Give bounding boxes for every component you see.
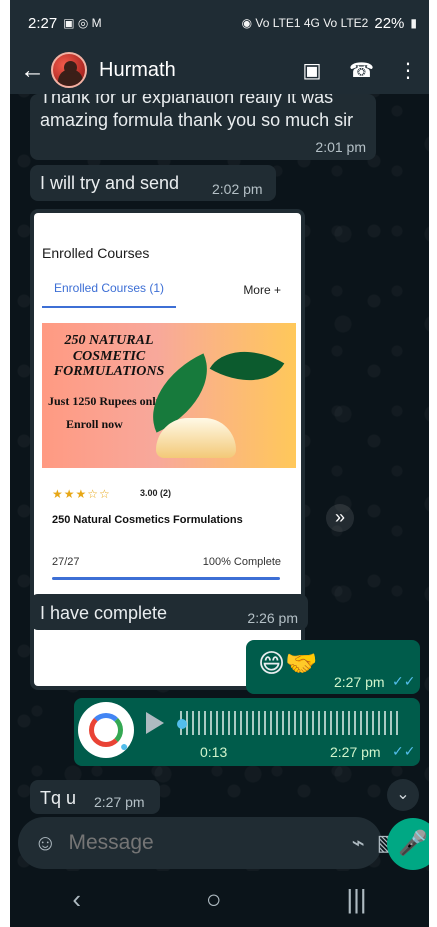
course-banner: 250 NATURAL COSMETIC FORMULATIONS Just 1…: [42, 323, 296, 468]
banner-title: 250 NATURAL COSMETIC FORMULATIONS: [53, 333, 165, 380]
android-navigation-bar: ‹ ○ |||: [10, 871, 429, 927]
message-bubble-3[interactable]: I have complete 2:26 pm: [30, 594, 308, 630]
course-progress-bar: [52, 577, 280, 580]
back-arrow-icon[interactable]: ←: [20, 56, 45, 85]
add-call-icon[interactable]: ☎: [349, 58, 374, 83]
forward-icon[interactable]: »: [326, 504, 354, 532]
message-text-2: I will try and send: [40, 173, 180, 193]
emoji-message: 😄🤝: [258, 648, 318, 678]
recent-apps-icon[interactable]: |||: [346, 884, 366, 915]
voice-mic-icon: ●: [120, 738, 129, 754]
course-name: 250 Natural Cosmetics Formulations: [52, 514, 243, 526]
play-icon[interactable]: [146, 712, 164, 734]
leaf-image: [209, 332, 285, 400]
contact-name[interactable]: Hurmath: [99, 59, 301, 82]
more-button: More +: [243, 283, 281, 297]
chat-area[interactable]: Thank for ur explanation really it was a…: [10, 87, 429, 814]
voice-message[interactable]: ● 0:13 2:27 pm ✓✓: [74, 698, 420, 766]
contact-avatar[interactable]: [51, 52, 87, 88]
rating-value: 3.00 (2): [140, 488, 172, 498]
audio-waveform[interactable]: [180, 711, 400, 735]
battery-percent: 22%: [374, 14, 405, 32]
message-input[interactable]: [68, 828, 340, 858]
status-bar: 2:27 ▣ ◎ M ◉ Vo LTE1 4G Vo LTE2 22% ▮: [10, 0, 429, 46]
header-actions: ▣ ☎ ⋮: [301, 58, 419, 83]
voice-duration: 0:13: [200, 744, 228, 760]
voice-read-ticks-icon: ✓✓: [392, 743, 416, 759]
status-time: 2:27: [28, 14, 58, 32]
course-complete-label: 100% Complete: [202, 556, 281, 568]
store-icon[interactable]: ▣: [301, 58, 323, 83]
read-ticks-icon: ✓✓: [392, 673, 416, 689]
chat-header: ← Hurmath ▣ ☎ ⋮: [10, 46, 429, 94]
message-bubble-5[interactable]: Tq u 2:27 pm: [30, 780, 160, 814]
cosmetic-jar-image: [156, 418, 236, 458]
back-nav-icon[interactable]: ‹: [72, 884, 81, 915]
message-time-2: 2:02 pm: [212, 181, 263, 197]
emoji-icon[interactable]: ☺: [34, 830, 56, 856]
message-bubble-1[interactable]: Thank for ur explanation really it was a…: [30, 87, 376, 160]
message-time-3: 2:26 pm: [247, 610, 298, 626]
message-bubble-2[interactable]: I will try and send 2:02 pm: [30, 165, 276, 201]
banner-text: 250 NATURAL COSMETIC FORMULATIONS Just 1…: [48, 333, 170, 432]
course-logo-icon: [89, 713, 123, 747]
message-text-3: I have complete: [40, 603, 168, 623]
notification-icons: ▣ ◎ M: [63, 16, 102, 30]
network-icons: ◉ Vo LTE1 4G Vo LTE2: [241, 16, 369, 30]
battery-icon: ▮: [410, 16, 417, 30]
message-text-5: Tq u: [40, 788, 77, 808]
banner-price: Just 1250 Rupees only: [48, 394, 162, 409]
status-right: ◉ Vo LTE1 4G Vo LTE2 22% ▮: [242, 15, 417, 32]
enrolled-courses-tab: Enrolled Courses (1): [42, 281, 176, 308]
enrolled-courses-title: Enrolled Courses: [42, 245, 150, 261]
message-time-4: 2:27 pm: [334, 674, 385, 690]
message-text-1: Thank for ur explanation really it was a…: [40, 87, 354, 130]
message-time-1: 2:01 pm: [315, 139, 366, 155]
paperclip-icon[interactable]: ⌁: [351, 830, 364, 856]
home-nav-icon[interactable]: ○: [206, 884, 222, 915]
course-progress-count: 27/27: [52, 556, 80, 568]
more-vertical-icon[interactable]: ⋮: [397, 58, 419, 83]
phone-screen: 2:27 ▣ ◎ M ◉ Vo LTE1 4G Vo LTE2 22% ▮ ← …: [10, 0, 429, 927]
rating-stars: ★★★☆☆: [52, 487, 111, 501]
message-bubble-4[interactable]: 😄🤝 2:27 pm ✓✓: [246, 640, 420, 694]
scroll-down-icon[interactable]: ⌄: [387, 779, 419, 811]
message-composer[interactable]: ☺ ⌁ ▧: [18, 817, 398, 869]
voice-time: 2:27 pm: [330, 744, 381, 760]
status-left: 2:27 ▣ ◎ M: [28, 15, 102, 32]
message-time-5: 2:27 pm: [94, 794, 145, 810]
audio-position-dot[interactable]: [177, 719, 187, 729]
